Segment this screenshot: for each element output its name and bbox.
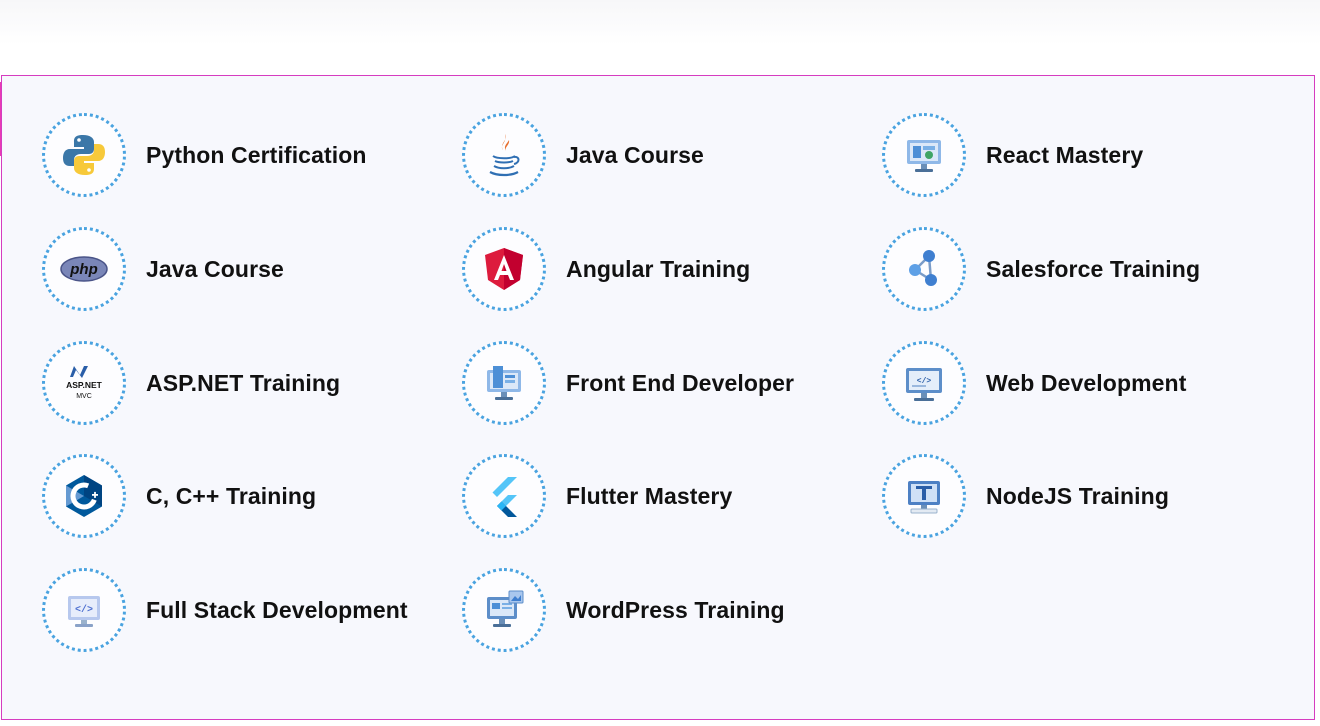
course-item-flutter[interactable]: Flutter Mastery: [462, 454, 732, 538]
aspnet-mvc-icon: ASP.NET MVC: [42, 341, 126, 425]
code-text: </>: [917, 377, 932, 386]
course-label: Front End Developer: [566, 369, 795, 396]
cpp-icon: [42, 454, 126, 538]
course-label: Java Course: [146, 255, 284, 282]
course-label: Web Development: [986, 369, 1187, 396]
code-text: </>: [75, 604, 93, 616]
course-item-php[interactable]: php Java Course: [42, 227, 284, 311]
network-nodes-icon: [882, 227, 966, 311]
top-band: [0, 0, 1320, 75]
course-item-frontend[interactable]: Front End Developer: [462, 341, 794, 425]
course-item-wordpress[interactable]: WordPress Training: [462, 568, 785, 652]
course-item-react[interactable]: React Mastery: [882, 113, 1143, 197]
course-label: Python Certification: [146, 141, 367, 168]
course-label: NodeJS Training: [986, 482, 1169, 509]
wordpress-monitor-icon: [462, 568, 546, 652]
course-label: Full Stack Development: [146, 596, 408, 623]
aspnet-text: ASP.NET: [66, 380, 103, 390]
course-item-salesforce[interactable]: Salesforce Training: [882, 227, 1200, 311]
flutter-icon: [462, 454, 546, 538]
course-label: React Mastery: [986, 141, 1144, 168]
course-label: Salesforce Training: [986, 255, 1201, 282]
course-item-angular[interactable]: Angular Training: [462, 227, 750, 311]
react-monitor-icon: [882, 113, 966, 197]
php-logo-text: php: [69, 261, 98, 278]
java-icon: [462, 113, 546, 197]
code-monitor-icon: </>: [882, 341, 966, 425]
courses-panel: Python Certification Java Course React M…: [1, 75, 1315, 720]
code-window-icon: </>: [42, 568, 126, 652]
course-item-java[interactable]: Java Course: [462, 113, 704, 197]
course-item-fullstack[interactable]: </> Full Stack Development: [42, 568, 408, 652]
nodejs-monitor-icon: [882, 454, 966, 538]
course-item-nodejs[interactable]: NodeJS Training: [882, 454, 1169, 538]
course-item-python[interactable]: Python Certification: [42, 113, 367, 197]
course-item-aspnet[interactable]: ASP.NET MVC ASP.NET Training: [42, 341, 340, 425]
course-item-webdev[interactable]: </> Web Development: [882, 341, 1186, 425]
php-icon: php: [42, 227, 126, 311]
frontend-monitor-icon: [462, 341, 546, 425]
course-label: Angular Training: [566, 255, 751, 282]
mvc-text: MVC: [76, 393, 92, 400]
course-item-cpp[interactable]: C, C++ Training: [42, 454, 316, 538]
course-label: Java Course: [566, 141, 704, 168]
angular-icon: [462, 227, 546, 311]
course-label: WordPress Training: [566, 596, 785, 623]
course-label: C, C++ Training: [146, 482, 317, 509]
course-label: Flutter Mastery: [566, 482, 733, 509]
python-icon: [42, 113, 126, 197]
course-label: ASP.NET Training: [146, 369, 341, 396]
